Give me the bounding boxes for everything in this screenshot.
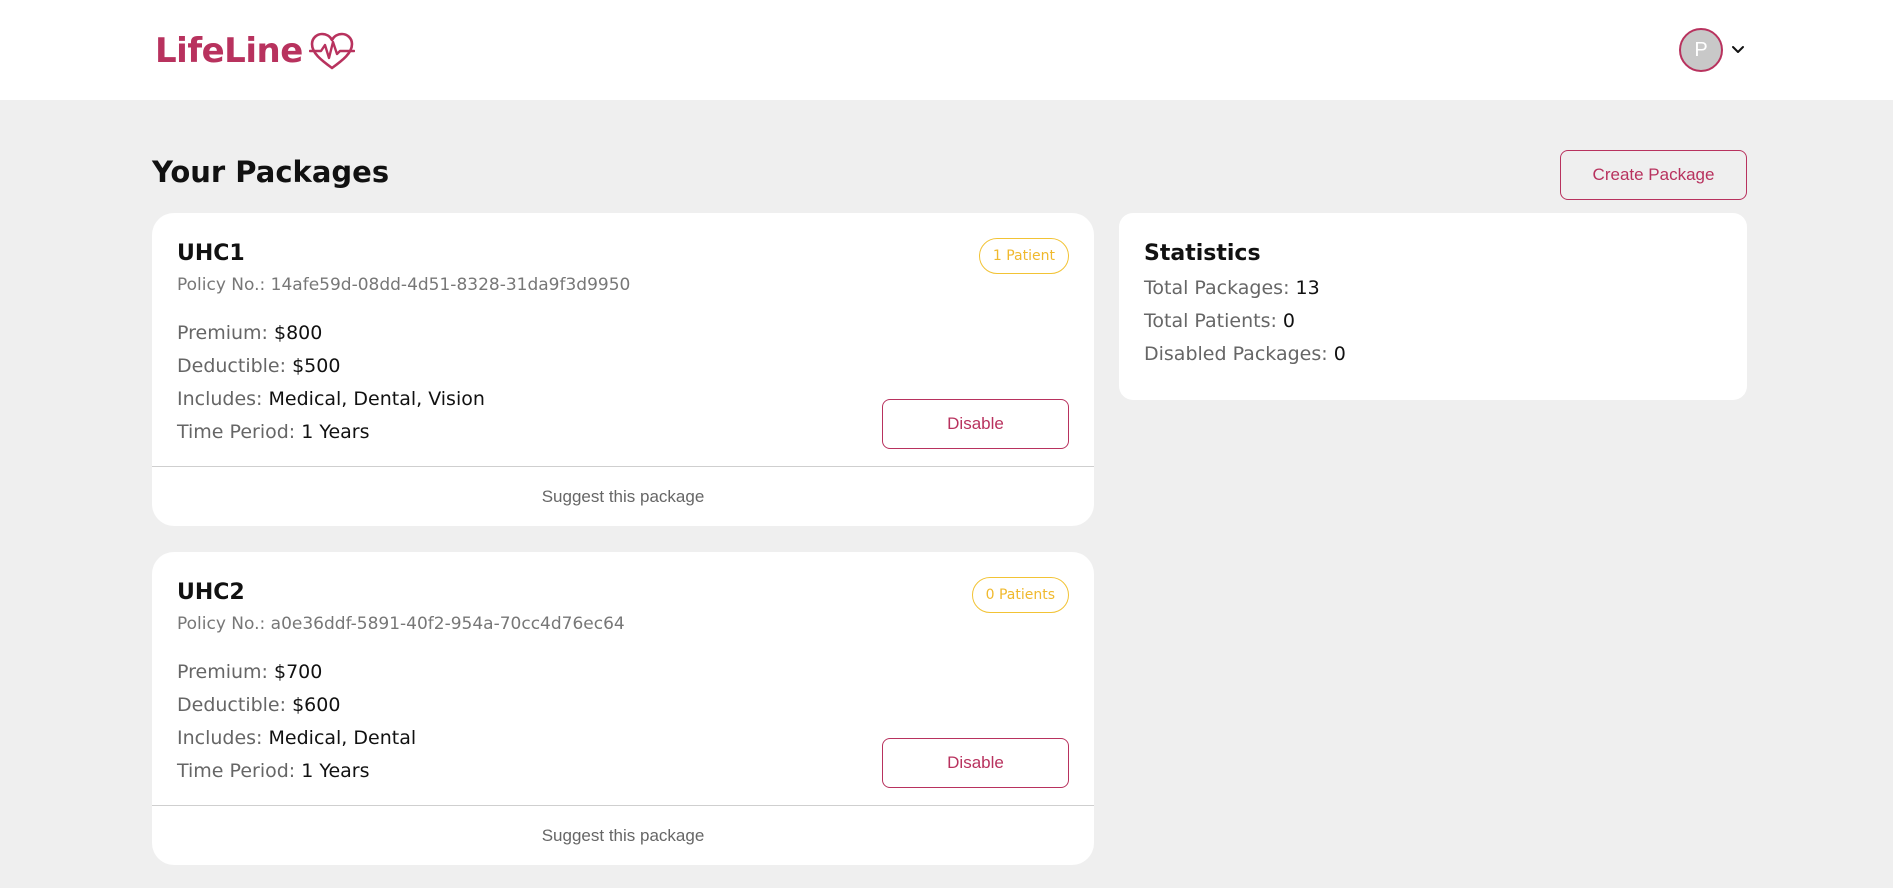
- total-patients-row: Total Patients: 0: [1144, 305, 1346, 338]
- statistics-panel: Statistics Total Packages: 13 Total Pati…: [1119, 213, 1747, 400]
- policy-value: a0e36ddf-5891-40f2-954a-70cc4d76ec64: [270, 614, 625, 634]
- disable-button[interactable]: Disable: [882, 399, 1069, 449]
- premium-label: Premium:: [177, 661, 268, 683]
- premium-value: $700: [274, 661, 323, 683]
- package-details: Premium: $800 Deductible: $500 Includes:…: [177, 317, 485, 449]
- total-patients-label: Total Patients:: [1144, 310, 1277, 332]
- logo-text: LifeLine: [155, 31, 303, 71]
- total-patients-value: 0: [1282, 310, 1296, 332]
- disabled-packages-value: 0: [1333, 343, 1346, 365]
- disabled-packages-row: Disabled Packages: 0: [1144, 338, 1346, 371]
- deductible-value: $500: [292, 355, 341, 377]
- premium-row: Premium: $700: [177, 656, 416, 689]
- patient-count-badge: 0 Patients: [971, 577, 1069, 613]
- time-period-row: Time Period: 1 Years: [177, 755, 416, 788]
- package-details: Premium: $700 Deductible: $600 Includes:…: [177, 656, 416, 788]
- time-period-label: Time Period:: [177, 760, 296, 782]
- includes-label: Includes:: [177, 727, 263, 749]
- total-packages-row: Total Packages: 13: [1144, 272, 1346, 305]
- includes-row: Includes: Medical, Dental, Vision: [177, 383, 485, 416]
- includes-row: Includes: Medical, Dental: [177, 722, 416, 755]
- policy-label: Policy No.:: [177, 614, 266, 634]
- time-period-row: Time Period: 1 Years: [177, 416, 485, 449]
- user-menu[interactable]: P: [1679, 28, 1745, 72]
- total-packages-value: 13: [1295, 277, 1320, 299]
- package-name: UHC2: [177, 580, 245, 605]
- includes-value: Medical, Dental, Vision: [268, 388, 485, 410]
- top-bar: LifeLine P: [0, 0, 1893, 100]
- page-title: Your Packages: [152, 155, 390, 189]
- policy-number: Policy No.: 14afe59d-08dd-4d51-8328-31da…: [177, 275, 630, 295]
- time-period-value: 1 Years: [301, 760, 370, 782]
- premium-row: Premium: $800: [177, 317, 485, 350]
- includes-label: Includes:: [177, 388, 263, 410]
- deductible-value: $600: [292, 694, 341, 716]
- deductible-label: Deductible:: [177, 694, 287, 716]
- suggest-package-button[interactable]: Suggest this package: [152, 466, 1094, 526]
- includes-value: Medical, Dental: [268, 727, 417, 749]
- suggest-package-button[interactable]: Suggest this package: [152, 805, 1094, 865]
- premium-value: $800: [274, 322, 323, 344]
- disabled-packages-label: Disabled Packages:: [1144, 343, 1328, 365]
- policy-value: 14afe59d-08dd-4d51-8328-31da9f3d9950: [270, 275, 631, 295]
- heart-pulse-icon: [308, 32, 355, 70]
- deductible-row: Deductible: $600: [177, 689, 416, 722]
- policy-number: Policy No.: a0e36ddf-5891-40f2-954a-70cc…: [177, 614, 625, 634]
- logo[interactable]: LifeLine: [155, 28, 355, 74]
- package-card: UHC2 Policy No.: a0e36ddf-5891-40f2-954a…: [152, 552, 1094, 865]
- create-package-button[interactable]: Create Package: [1560, 150, 1747, 200]
- premium-label: Premium:: [177, 322, 268, 344]
- deductible-row: Deductible: $500: [177, 350, 485, 383]
- statistics-list: Total Packages: 13 Total Patients: 0 Dis…: [1144, 272, 1346, 371]
- avatar[interactable]: P: [1679, 28, 1723, 72]
- time-period-value: 1 Years: [301, 421, 370, 443]
- chevron-down-icon[interactable]: [1731, 43, 1745, 57]
- patient-count-badge: 1 Patient: [978, 238, 1069, 274]
- disable-button[interactable]: Disable: [882, 738, 1069, 788]
- package-name: UHC1: [177, 241, 245, 266]
- total-packages-label: Total Packages:: [1144, 277, 1290, 299]
- statistics-title: Statistics: [1144, 241, 1261, 266]
- package-card: UHC1 Policy No.: 14afe59d-08dd-4d51-8328…: [152, 213, 1094, 526]
- deductible-label: Deductible:: [177, 355, 287, 377]
- policy-label: Policy No.:: [177, 275, 266, 295]
- time-period-label: Time Period:: [177, 421, 296, 443]
